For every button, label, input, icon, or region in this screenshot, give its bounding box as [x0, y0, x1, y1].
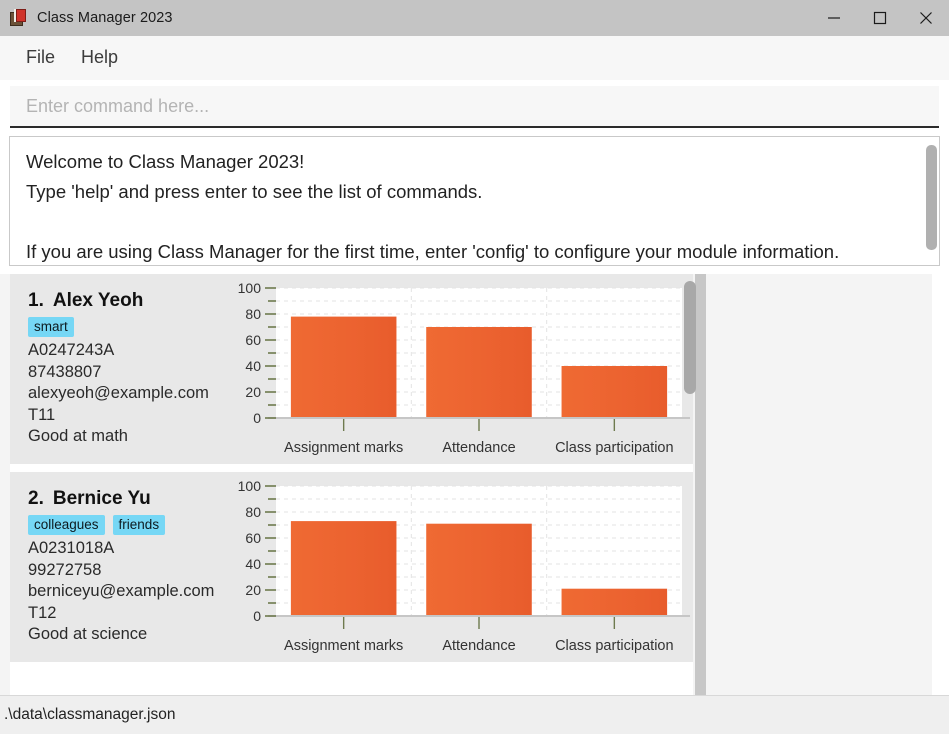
student-info: 1. Alex Yeoh smart A0247243A 87438807 ale…: [10, 274, 232, 464]
student-tutorial: T12: [28, 603, 57, 622]
svg-text:0: 0: [253, 608, 261, 624]
student-info: 2. Bernice Yu colleagues friends A0231018…: [10, 472, 232, 662]
student-tags: smart: [28, 317, 232, 337]
minimize-button[interactable]: [811, 0, 857, 36]
tag: colleagues: [28, 515, 105, 535]
title-bar: Class Manager 2023: [0, 0, 949, 36]
student-phone: 99272758: [28, 560, 102, 579]
save-location-text: .\data\classmanager.json: [4, 706, 176, 723]
list-item[interactable]: 2. Bernice Yu colleagues friends A0231018…: [10, 472, 693, 662]
student-index: 1.: [28, 290, 44, 311]
command-box-container: [0, 80, 949, 128]
list-scrollbar-outer[interactable]: [932, 274, 949, 695]
app-window: Class Manager 2023 File Help Welcome to: [0, 0, 949, 734]
svg-text:60: 60: [245, 530, 261, 546]
student-email: berniceyu@example.com: [28, 582, 215, 600]
command-input[interactable]: [10, 86, 939, 128]
status-bar: .\data\classmanager.json: [0, 695, 949, 734]
result-display-panel: Welcome to Class Manager 2023! Type 'hel…: [9, 136, 940, 266]
tag: friends: [112, 515, 166, 535]
student-performance-chart: 0 20 40 60 80 100 Assignment marks Attendance Cl…: [232, 472, 693, 662]
svg-text:Attendance: Attendance: [442, 440, 515, 456]
student-name: Bernice Yu: [52, 488, 151, 509]
menu-item-file[interactable]: File: [16, 43, 65, 72]
svg-text:40: 40: [245, 556, 261, 572]
minimize-icon: [828, 17, 840, 19]
svg-text:Class participation: Class participation: [555, 638, 673, 654]
student-email: alexyeoh@example.com: [28, 384, 209, 402]
close-icon: [920, 12, 932, 24]
student-phone: 87438807: [28, 362, 102, 381]
books-icon: [10, 9, 28, 27]
maximize-button[interactable]: [857, 0, 903, 36]
result-scrollbar-thumb[interactable]: [926, 145, 937, 250]
svg-text:100: 100: [238, 478, 262, 494]
svg-text:80: 80: [245, 504, 261, 520]
svg-text:20: 20: [245, 384, 261, 400]
svg-text:100: 100: [238, 280, 262, 296]
result-scrollbar[interactable]: [923, 137, 939, 265]
student-id: A0231018A: [28, 539, 115, 557]
svg-text:Attendance: Attendance: [442, 638, 515, 654]
list-item[interactable]: 1. Alex Yeoh smart A0247243A 87438807 ale…: [10, 274, 693, 464]
student-list: 1. Alex Yeoh smart A0247243A 87438807 ale…: [10, 274, 693, 695]
result-display-text: Welcome to Class Manager 2023! Type 'hel…: [26, 151, 840, 262]
bar-chart-svg: 0 20 40 60 80 100 Assignment marks Attendance Cl…: [238, 280, 690, 456]
student-tags: colleagues friends: [28, 515, 232, 535]
list-scrollbar-thumb[interactable]: [684, 281, 696, 394]
list-scrollbar-inner[interactable]: [684, 274, 706, 695]
tag: smart: [28, 317, 74, 337]
student-comment: Good at math: [28, 427, 128, 445]
student-name-row: 1. Alex Yeoh: [28, 290, 232, 312]
svg-text:20: 20: [245, 582, 261, 598]
student-performance-chart: 0 20 40 60 80 100 Assignment marks Attendance Cl…: [232, 274, 693, 464]
student-index: 2.: [28, 488, 44, 509]
bar-chart-svg: 0 20 40 60 80 100 Assignment marks Attendance Cl…: [238, 478, 690, 654]
svg-text:Assignment marks: Assignment marks: [284, 440, 403, 456]
student-id: A0247243A: [28, 341, 115, 359]
student-tutorial: T11: [28, 405, 56, 424]
svg-text:Class participation: Class participation: [555, 440, 673, 456]
student-comment: Good at science: [28, 625, 148, 643]
svg-text:80: 80: [245, 306, 261, 322]
svg-text:40: 40: [245, 358, 261, 374]
window-title: Class Manager 2023: [37, 10, 173, 26]
svg-text:0: 0: [253, 410, 261, 426]
student-list-area: 1. Alex Yeoh smart A0247243A 87438807 ale…: [0, 274, 949, 695]
student-name-row: 2. Bernice Yu: [28, 488, 232, 510]
menu-bar: File Help: [0, 36, 949, 80]
student-name: Alex Yeoh: [52, 290, 144, 311]
maximize-icon: [873, 11, 887, 25]
close-button[interactable]: [903, 0, 949, 36]
svg-text:Assignment marks: Assignment marks: [284, 638, 403, 654]
svg-text:60: 60: [245, 332, 261, 348]
menu-item-help[interactable]: Help: [71, 43, 128, 72]
